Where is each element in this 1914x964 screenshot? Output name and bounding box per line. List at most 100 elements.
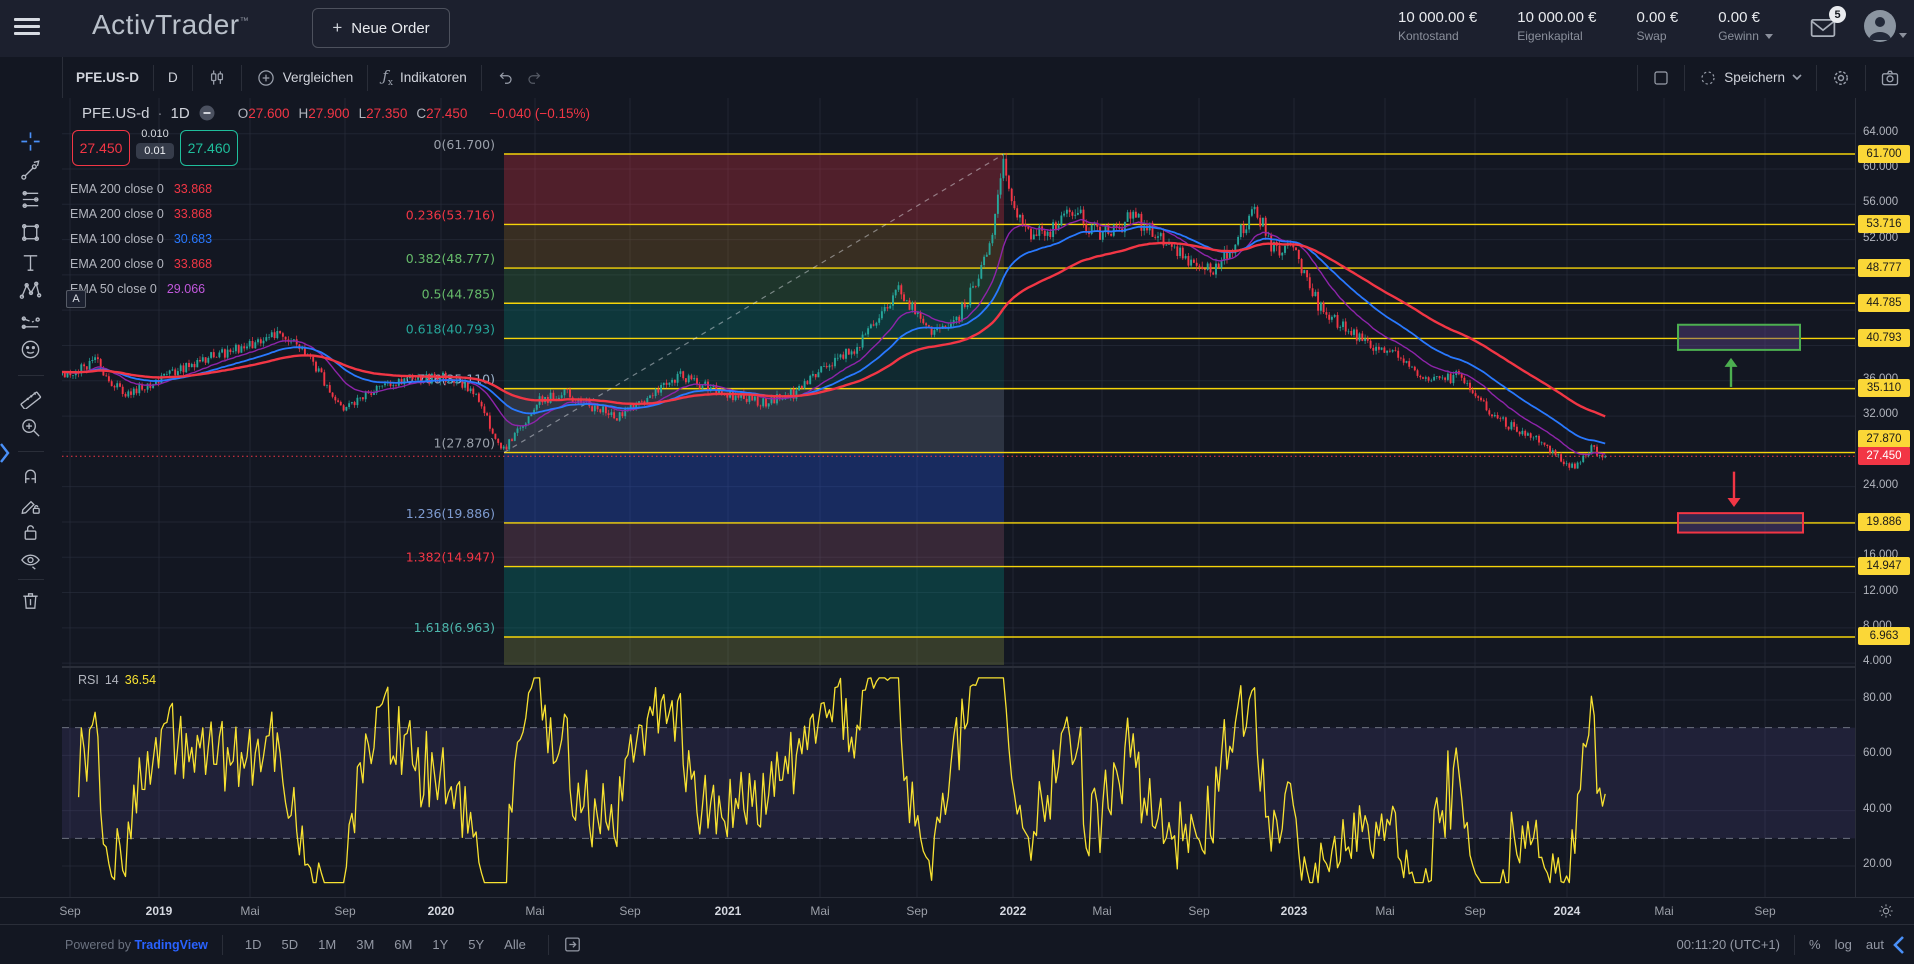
fib-level-label[interactable]: 1.236(19.886) <box>406 506 495 521</box>
percent-scale-button[interactable]: % <box>1809 937 1821 952</box>
zoom-in-icon[interactable] <box>19 416 43 440</box>
candles-icon <box>207 68 227 88</box>
range-5d[interactable]: 5D <box>274 933 307 956</box>
log-scale-button[interactable]: log <box>1835 937 1852 952</box>
rsi-pane[interactable] <box>62 667 1856 897</box>
indicators-button[interactable]: ƒx Indikatoren <box>368 57 480 98</box>
settings-button[interactable] <box>1817 57 1865 98</box>
new-order-button[interactable]: + Neue Order <box>312 8 450 48</box>
collapse-chevron-icon[interactable] <box>1892 935 1906 955</box>
hide-symbol-icon[interactable] <box>198 104 216 122</box>
layout-button[interactable] <box>1638 57 1684 98</box>
account-stats: 10 000.00 €Kontostand10 000.00 €Eigenkap… <box>1398 9 1773 43</box>
avatar-caret-icon[interactable] <box>1899 33 1907 38</box>
fib-level-label[interactable]: 0.618(40.793) <box>406 321 495 336</box>
time-tick: Sep <box>1169 904 1229 918</box>
legend-row[interactable]: EMA 100 close 030.683 <box>70 226 212 251</box>
toolbar-divider <box>18 375 44 376</box>
fib-price-badge: 27.870 <box>1858 430 1910 448</box>
fib-level-label[interactable]: 0(61.700) <box>434 137 495 152</box>
fib-level-label[interactable]: 1.382(14.947) <box>406 550 495 565</box>
change-value: −0.040 (−0.15%) <box>489 106 590 121</box>
shapes-icon[interactable] <box>19 221 43 245</box>
ruler-icon[interactable] <box>19 386 43 410</box>
time-tick: Mai <box>1072 904 1132 918</box>
interval-button[interactable]: D <box>154 57 192 98</box>
text-icon[interactable] <box>19 251 43 275</box>
fib-retracement-icon[interactable] <box>19 188 43 212</box>
arrow-down-marker[interactable] <box>1728 498 1741 507</box>
menu-icon[interactable] <box>14 18 40 38</box>
fib-level-label[interactable]: 0.236(53.716) <box>406 207 495 222</box>
current-price-badge: 27.450 <box>1858 447 1910 465</box>
goto-date-icon[interactable] <box>563 935 582 954</box>
cloud-sync-icon <box>1699 69 1717 87</box>
chart-style-button[interactable] <box>193 57 241 98</box>
lock-all-icon[interactable] <box>19 521 43 545</box>
drawing-lock-icon[interactable] <box>19 494 43 518</box>
fib-level-label[interactable]: 0.382(48.777) <box>406 251 495 266</box>
range-3m[interactable]: 3M <box>348 933 382 956</box>
rsi-value: 36.54 <box>125 673 156 687</box>
fib-level-label[interactable]: 0.5(44.785) <box>422 286 495 301</box>
magnet-icon[interactable] <box>19 464 43 488</box>
stat-gewinn[interactable]: 0.00 €Gewinn <box>1718 9 1773 43</box>
price-target-box[interactable] <box>1678 513 1803 532</box>
range-1y[interactable]: 1Y <box>424 933 456 956</box>
emoji-icon[interactable] <box>19 338 43 362</box>
auto-scale-button[interactable]: aut <box>1866 937 1884 952</box>
time-axis[interactable]: Sep2019MaiSep2020MaiSep2021MaiSep2022Mai… <box>0 897 1914 926</box>
price-tick: 12.000 <box>1863 585 1898 597</box>
price-axis[interactable]: 64.00060.00056.00052.00048.00044.00040.0… <box>1855 98 1914 897</box>
range-6m[interactable]: 6M <box>386 933 420 956</box>
spread-display: 0.010 0.01 <box>131 130 179 159</box>
price-target-box[interactable] <box>1678 325 1800 350</box>
range-1d[interactable]: 1D <box>237 933 270 956</box>
forecast-icon[interactable] <box>19 310 43 334</box>
expand-panel-chevron-icon[interactable] <box>0 440 10 471</box>
hide-all-icon[interactable] <box>19 549 43 573</box>
rsi-legend[interactable]: RSI14 36.54 <box>78 673 156 687</box>
buy-button[interactable]: 27.460 <box>180 130 238 166</box>
time-tick: Sep <box>1445 904 1505 918</box>
legend-row[interactable]: EMA 200 close 033.868 <box>70 251 212 276</box>
sell-button[interactable]: 27.450 <box>72 130 130 166</box>
symbol-title-row[interactable]: PFE.US-d · 1D O27.600H27.900L27.350C27.4… <box>82 104 590 122</box>
time-tick: Mai <box>1355 904 1415 918</box>
crosshair-icon[interactable] <box>19 130 43 154</box>
ohlc-L: L27.350 <box>359 106 408 121</box>
layout-square-icon <box>1652 69 1670 87</box>
range-alle[interactable]: Alle <box>496 933 534 956</box>
trash-icon[interactable] <box>19 589 43 613</box>
fib-level-label[interactable]: 1(27.870) <box>434 436 495 451</box>
price-tick: 52.000 <box>1863 232 1898 244</box>
trend-line-icon[interactable] <box>19 159 43 183</box>
xabcd-pattern-icon[interactable] <box>19 279 43 303</box>
range-1m[interactable]: 1M <box>310 933 344 956</box>
time-tick: 2024 <box>1537 904 1597 918</box>
legend-row[interactable]: EMA 200 close 033.868 <box>70 201 212 226</box>
main-price-pane[interactable]: 0(61.700) 0.236(53.716) 0.382(48.777) 0.5(4… <box>62 98 1856 667</box>
rsi-tick: 20.00 <box>1863 858 1892 870</box>
snapshot-button[interactable] <box>1866 57 1914 98</box>
save-button[interactable]: Speichern <box>1685 57 1816 98</box>
legend-row[interactable]: EMA 200 close 033.868 <box>70 176 212 201</box>
arrow-up-marker[interactable] <box>1725 358 1738 367</box>
range-5y[interactable]: 5Y <box>460 933 492 956</box>
indicator-legend: EMA 200 close 033.868EMA 200 close 033.8… <box>70 176 212 301</box>
legend-row[interactable]: EMA 50 close 029.066 <box>70 276 212 301</box>
tradingview-link[interactable]: TradingView <box>135 938 208 952</box>
axis-settings-icon[interactable] <box>1878 903 1894 924</box>
camera-icon <box>1880 68 1900 88</box>
redo-button[interactable] <box>512 57 558 98</box>
avatar[interactable] <box>1864 10 1896 42</box>
clock[interactable]: 00:11:20 (UTC+1) <box>1677 937 1780 952</box>
toolbar-divider <box>18 579 44 580</box>
toolbar-divider <box>18 451 44 452</box>
fib-level-label[interactable]: 1.618(6.963) <box>414 620 495 635</box>
compare-button[interactable]: Vergleichen <box>242 57 368 98</box>
symbol-search[interactable]: PFE.US-D <box>62 57 153 98</box>
price-tick: 60.000 <box>1863 161 1898 173</box>
top-bar: ActivTrader™ + Neue Order 10 000.00 €Kon… <box>0 0 1914 58</box>
ohlc-O: O27.600 <box>238 106 290 121</box>
